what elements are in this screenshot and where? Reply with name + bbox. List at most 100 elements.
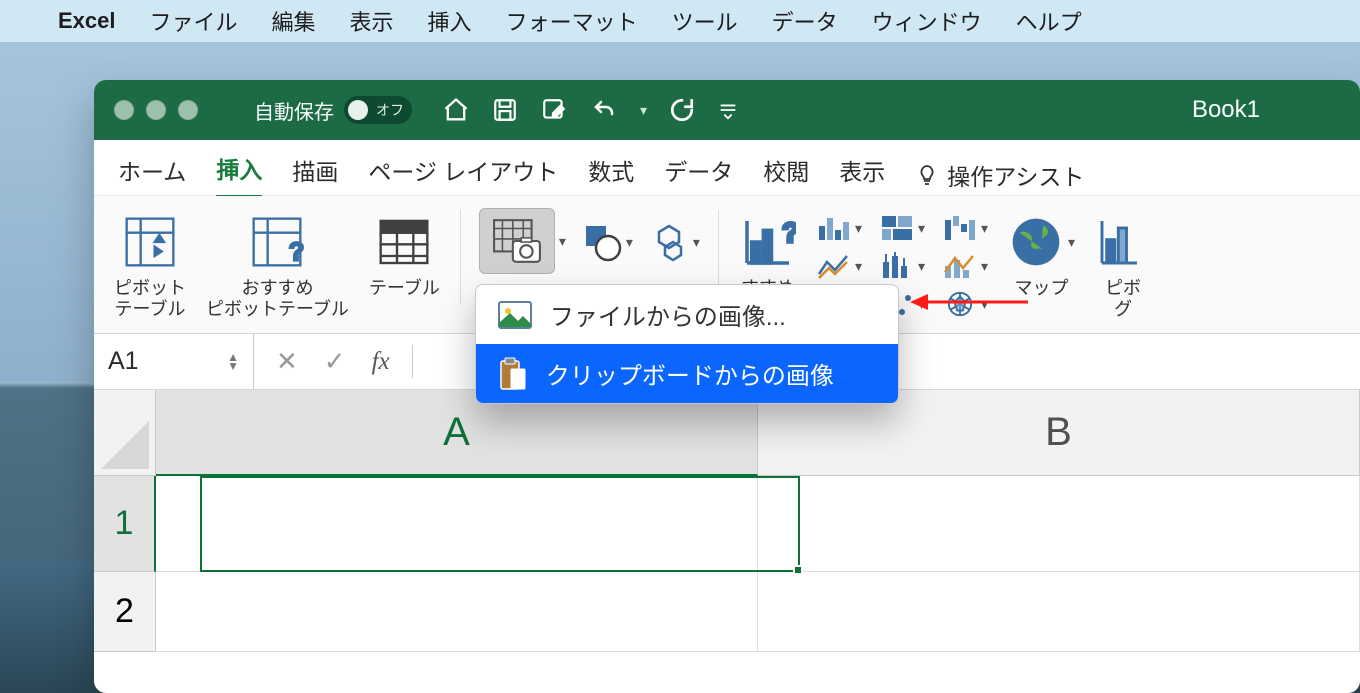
shapes-button[interactable]: ▾ xyxy=(578,208,637,276)
hierarchy-chart-icon xyxy=(880,214,914,242)
column-chart-icon xyxy=(817,214,851,242)
enter-formula-icon[interactable]: ✓ xyxy=(324,346,346,377)
icons-button[interactable]: ▾ xyxy=(645,208,704,276)
recommended-pivot-label: おすすめ ピボットテーブル xyxy=(206,278,349,319)
picture-from-file-item[interactable]: ファイルからの画像... xyxy=(476,285,898,344)
globe-icon xyxy=(1008,214,1064,270)
combo-chart-icon xyxy=(943,252,977,280)
recommended-pivot-button[interactable]: ? おすすめ ピボットテーブル xyxy=(200,208,355,319)
menu-view[interactable]: 表示 xyxy=(350,5,394,37)
cell-a2[interactable] xyxy=(156,572,758,652)
customize-qat-icon[interactable] xyxy=(717,99,739,121)
tab-review[interactable]: 校閲 xyxy=(763,153,809,197)
clipboard-icon xyxy=(498,357,528,391)
tab-home[interactable]: ホーム xyxy=(118,153,186,197)
lightbulb-icon xyxy=(915,161,939,189)
undo-icon[interactable] xyxy=(590,98,618,122)
document-title: Book1 xyxy=(1192,96,1260,124)
fx-label[interactable]: fx xyxy=(372,348,390,376)
excel-window: 自動保存 オフ ▾ Book1 ホーム 挿入 描画 ページ レイアウト 数式 デ… xyxy=(94,80,1360,693)
tab-insert[interactable]: 挿入 xyxy=(216,151,262,199)
pivot-table-icon xyxy=(122,214,178,270)
tab-formulas[interactable]: 数式 xyxy=(588,153,634,197)
tab-page-layout[interactable]: ページ レイアウト xyxy=(368,153,558,197)
menu-tools[interactable]: ツール xyxy=(672,5,738,37)
pictures-button[interactable] xyxy=(479,208,555,274)
pivot-table-label: ピボット テーブル xyxy=(114,278,186,319)
pictures-dropdown-menu: ファイルからの画像... クリップボードからの画像 xyxy=(475,284,899,404)
tab-data[interactable]: データ xyxy=(664,153,733,197)
menu-edit[interactable]: 編集 xyxy=(272,5,316,37)
waterfall-chart-icon xyxy=(943,214,977,242)
home-icon[interactable] xyxy=(442,96,470,124)
name-box-spinner[interactable]: ▲▼ xyxy=(227,353,239,371)
picture-from-clipboard-item[interactable]: クリップボードからの画像 xyxy=(476,344,898,403)
assist-label: 操作アシスト xyxy=(947,158,1084,192)
menu-window[interactable]: ウィンドウ xyxy=(872,5,982,37)
pivot-table-button[interactable]: ピボット テーブル xyxy=(108,208,192,319)
cell-b2[interactable] xyxy=(758,572,1360,652)
pictures-dropdown-caret[interactable]: ▾ xyxy=(559,233,566,250)
menu-file[interactable]: ファイル xyxy=(150,5,238,37)
menu-data[interactable]: データ xyxy=(772,5,838,37)
svg-text:?: ? xyxy=(782,217,796,248)
mac-menu-bar: Excel ファイル 編集 表示 挿入 フォーマット ツール データ ウィンドウ… xyxy=(0,0,1360,42)
ribbon-divider xyxy=(460,210,461,305)
maps-button[interactable]: ▾ マップ xyxy=(1002,208,1081,299)
row-header-1[interactable]: 1 xyxy=(94,476,156,572)
ribbon-insert: ピボット テーブル ? おすすめ ピボットテーブル テーブル ▾ xyxy=(94,196,1360,334)
save-edit-icon[interactable] xyxy=(540,97,568,123)
window-titlebar: 自動保存 オフ ▾ Book1 xyxy=(94,80,1360,140)
cell-b1[interactable] xyxy=(758,476,1360,572)
pictures-icon xyxy=(492,218,542,264)
tab-draw[interactable]: 描画 xyxy=(292,153,338,197)
column-chart-button[interactable]: ▾ xyxy=(811,210,868,246)
icons-caret: ▾ xyxy=(693,234,700,251)
waterfall-chart-button[interactable]: ▾ xyxy=(937,210,994,246)
pivot-chart-label: ピボ グ xyxy=(1105,278,1141,319)
pivot-chart-icon xyxy=(1095,214,1151,270)
statistic-chart-button[interactable]: ▾ xyxy=(874,248,931,284)
picture-from-clipboard-label: クリップボードからの画像 xyxy=(546,356,834,391)
svg-text:?: ? xyxy=(289,239,305,267)
save-icon[interactable] xyxy=(492,97,518,123)
cell-reference: A1 xyxy=(108,347,139,376)
annotation-arrow xyxy=(910,290,1030,314)
window-controls xyxy=(114,100,198,120)
shapes-icon xyxy=(582,222,622,262)
line-chart-icon xyxy=(817,252,851,280)
name-box[interactable]: A1 ▲▼ xyxy=(94,334,254,389)
zoom-window-button[interactable] xyxy=(178,100,198,120)
tell-me-assist[interactable]: 操作アシスト xyxy=(915,158,1084,192)
menu-help[interactable]: ヘルプ xyxy=(1016,5,1082,37)
line-chart-button[interactable]: ▾ xyxy=(811,248,868,284)
undo-dropdown-caret[interactable]: ▾ xyxy=(640,102,647,119)
close-window-button[interactable] xyxy=(114,100,134,120)
menu-insert[interactable]: 挿入 xyxy=(428,5,472,37)
hierarchy-chart-button[interactable]: ▾ xyxy=(874,210,931,246)
table-button[interactable]: テーブル xyxy=(363,208,446,299)
cell-a1[interactable] xyxy=(156,476,758,572)
tab-view[interactable]: 表示 xyxy=(839,153,885,197)
statistic-chart-icon xyxy=(880,252,914,280)
app-menu[interactable]: Excel xyxy=(58,8,116,34)
recommended-pivot-icon: ? xyxy=(249,214,305,270)
ribbon-tab-bar: ホーム 挿入 描画 ページ レイアウト 数式 データ 校閲 表示 操作アシスト xyxy=(94,140,1360,196)
spreadsheet-grid: A B 1 2 xyxy=(94,390,1360,652)
select-all-corner[interactable] xyxy=(94,390,156,476)
table-label: テーブル xyxy=(369,278,440,299)
minimize-window-button[interactable] xyxy=(146,100,166,120)
autosave-toggle[interactable]: オフ xyxy=(344,96,412,124)
cancel-formula-icon[interactable]: ✕ xyxy=(276,346,298,377)
row-header-2[interactable]: 2 xyxy=(94,572,156,652)
recommended-charts-icon: ? xyxy=(740,214,796,270)
combo-chart-button[interactable]: ▾ xyxy=(937,248,994,284)
menu-format[interactable]: フォーマット xyxy=(506,5,638,37)
shapes-caret: ▾ xyxy=(626,234,633,251)
autosave-label: 自動保存 xyxy=(254,96,334,125)
icons-icon xyxy=(649,222,689,262)
redo-icon[interactable] xyxy=(669,97,695,123)
picture-from-file-label: ファイルからの画像... xyxy=(550,297,786,332)
picture-file-icon xyxy=(498,300,532,330)
pivot-chart-button[interactable]: ピボ グ xyxy=(1089,208,1157,319)
